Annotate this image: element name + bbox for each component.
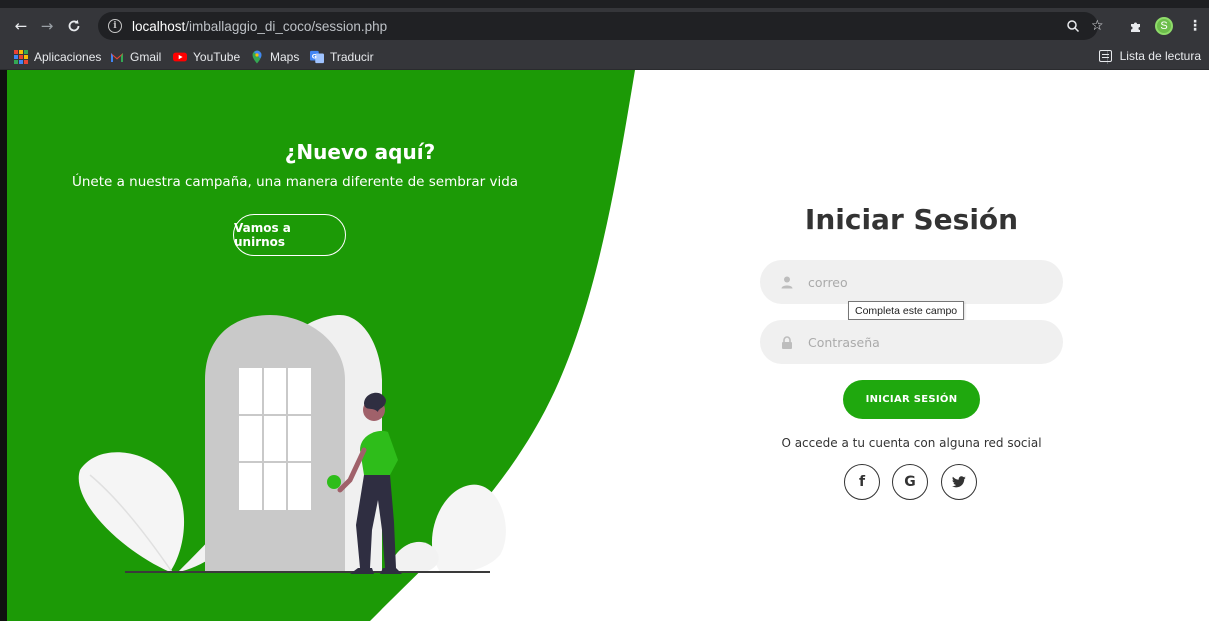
reading-list-button[interactable]: Lista de lectura [1098,49,1201,63]
gmail-icon [111,53,123,62]
apps-grid-icon [14,50,28,64]
bookmark-label: Aplicaciones [34,50,102,64]
reload-icon [68,19,80,32]
google-icon: G [904,474,916,490]
toolbar: ← → i localhost/imballaggio_di_coco/sess… [0,8,1209,44]
reading-list-label: Lista de lectura [1119,49,1201,63]
magnifier-icon [1067,20,1080,33]
google-login-button[interactable]: G [892,464,928,500]
left-plant-leaf [78,452,185,572]
email-field[interactable] [760,260,1063,304]
validation-tooltip: Completa este campo [848,301,965,320]
menu-button[interactable]: ⋮ [1188,15,1202,37]
url-host: localhost [132,18,186,34]
bookmark-label: YouTube [193,50,241,64]
signup-title: ¿Nuevo aquí? [284,140,436,164]
zoom-button[interactable] [1066,15,1080,37]
translate-icon: G [310,50,324,64]
back-button[interactable]: ← [10,15,32,37]
kebab-menu-icon: ⋮ [1188,18,1202,34]
email-input[interactable] [808,274,1038,290]
profile-button[interactable]: S [1155,15,1173,37]
bookmark-label: Traducir [330,50,374,64]
door-knob [327,475,341,489]
password-field[interactable] [760,320,1063,364]
bookmark-traducir[interactable]: G Traducir [310,49,374,65]
signup-subtitle: Únete a nuestra campaña, una manera dife… [71,174,519,190]
user-icon [780,275,794,289]
bookmarks-bar: Aplicaciones Gmail YouTube Maps G Traduc… [0,44,1209,70]
info-icon[interactable]: i [108,19,122,33]
door-window [239,368,311,510]
star-icon: ☆ [1091,18,1104,34]
puzzle-icon [1131,22,1140,32]
login-button[interactable]: INICIAR SESIÓN [843,380,980,419]
bookmark-gmail[interactable]: Gmail [110,49,161,65]
facebook-icon: f [858,474,866,490]
address-bar[interactable]: i localhost/imballaggio_di_coco/session.… [98,12,1098,40]
bookmark-aplicaciones[interactable]: Aplicaciones [14,49,101,65]
lock-icon [780,335,794,349]
twitter-login-button[interactable] [941,464,977,500]
bookmark-label: Maps [270,50,300,64]
youtube-icon [173,52,187,62]
svg-text:G: G [312,53,317,60]
right-plant-leaf-2 [390,541,439,573]
left-edge [0,70,7,621]
reading-list-icon [1098,50,1112,62]
maps-icon [252,50,262,64]
bookmark-maps[interactable]: Maps [250,49,299,65]
url-path: /imballaggio_di_coco/session.php [185,18,388,34]
bookmark-youtube[interactable]: YouTube [173,49,240,65]
login-title: Iniciar Sesión [804,203,1019,236]
password-input[interactable] [808,334,1038,350]
tab-strip [0,0,1209,8]
browser-window: ← → i localhost/imballaggio_di_coco/sess… [0,0,1209,621]
right-plant-leaf [431,484,506,574]
join-button[interactable]: Vamos a unirnos [233,214,346,256]
door-illustration [78,315,506,574]
twitter-icon [952,476,966,488]
bookmark-star-button[interactable]: ☆ [1091,15,1104,37]
url-text[interactable]: localhost/imballaggio_di_coco/session.ph… [132,19,387,34]
forward-button[interactable]: → [36,15,58,37]
facebook-login-button[interactable]: f [844,464,880,500]
social-login-text: O accede a tu cuenta con alguna red soci… [781,436,1042,450]
bookmark-label: Gmail [130,50,162,64]
avatar: S [1155,17,1173,35]
page-content: ¿Nuevo aquí? Únete a nuestra campaña, un… [0,70,1209,621]
reload-button[interactable] [63,15,85,37]
extensions-button[interactable] [1129,15,1143,37]
